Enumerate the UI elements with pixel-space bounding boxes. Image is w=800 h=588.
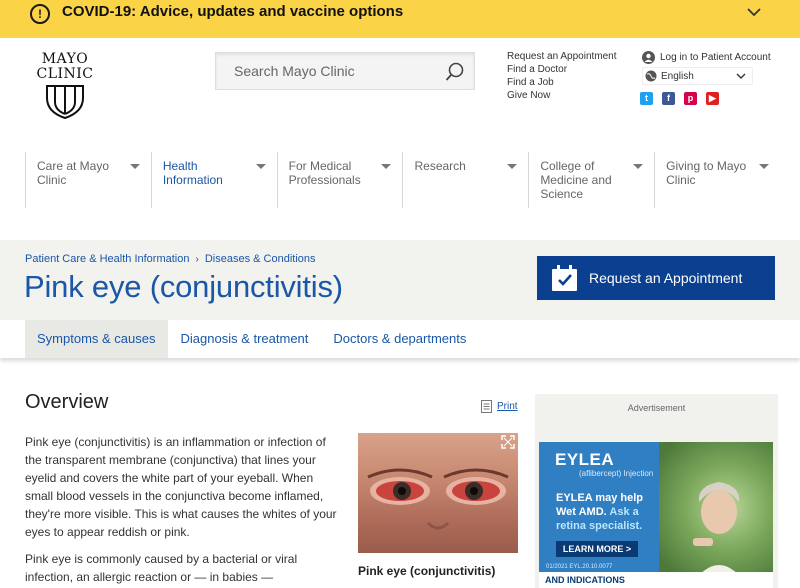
calendar-check-icon xyxy=(552,264,577,291)
globe-icon xyxy=(645,70,657,82)
content-tabs: Symptoms & causes Diagnosis & treatment Do… xyxy=(0,320,800,358)
page-header: Patient Care & Health Information › Dise… xyxy=(0,240,800,320)
overview-paragraph: Pink eye is commonly caused by a bacteri… xyxy=(25,552,298,584)
nav-item-research[interactable]: Research xyxy=(402,152,528,208)
nav-item-for-medical-professionals[interactable]: For Medical Professionals xyxy=(276,152,403,208)
nav-item-giving-to-mayo-clinic[interactable]: Giving to Mayo Clinic xyxy=(654,152,780,208)
nav-item-college-of-medicine-and-science[interactable]: College of Medicine and Science xyxy=(528,152,654,208)
find-doctor-link[interactable]: Find a Doctor xyxy=(507,63,617,76)
nav-item-label: Care at Mayo Clinic xyxy=(37,159,110,187)
woman-with-glasses-photo xyxy=(689,482,749,588)
give-now-link[interactable]: Give Now xyxy=(507,89,617,102)
mayo-clinic-logo[interactable]: MAYO CLINIC xyxy=(34,52,96,125)
caret-down-icon xyxy=(255,164,266,169)
ad-headline: EYLEA may help Wet AMD. Ask a retina spe… xyxy=(556,491,666,533)
nav-item-label: Research xyxy=(414,159,466,173)
exclamation-circle-icon: ! xyxy=(30,4,50,24)
chevron-down-icon xyxy=(736,73,746,79)
request-appointment-link[interactable]: Request an Appointment xyxy=(507,50,617,63)
learn-more-button[interactable]: LEARN MORE > xyxy=(556,541,638,557)
caret-down-icon xyxy=(129,164,140,169)
page-title: Pink eye (conjunctivitis) xyxy=(24,269,343,304)
overview-heading: Overview xyxy=(25,391,109,413)
search-input[interactable] xyxy=(216,53,436,89)
advertisement-panel: Advertisement EYLEA (aflibercept) Inject… xyxy=(535,394,778,588)
logo-shield-icon xyxy=(46,85,84,120)
caret-down-icon xyxy=(758,164,769,169)
image-caption: Pink eye (conjunctivitis) xyxy=(358,564,496,578)
utility-links: Request an Appointment Find a Doctor Fin… xyxy=(507,50,617,102)
patient-login-link[interactable]: Log in to Patient Account xyxy=(642,50,771,64)
tab-diagnosis-treatment[interactable]: Diagnosis & treatment xyxy=(169,320,321,358)
print-label: Print xyxy=(497,401,518,412)
ad-photo xyxy=(659,442,773,588)
ad-code: 01/2021 EYL.20.10.0077 xyxy=(546,564,613,570)
search-icon[interactable] xyxy=(445,62,465,82)
caret-down-icon xyxy=(507,164,518,169)
patient-login-label: Log in to Patient Account xyxy=(660,51,771,63)
tab-doctors-departments[interactable]: Doctors & departments xyxy=(321,320,478,358)
language-select[interactable]: English xyxy=(642,67,753,85)
request-appointment-label: Request an Appointment xyxy=(589,270,743,286)
ad-brand: EYLEA xyxy=(555,450,615,469)
ad-brand-sub: (aflibercept) Injection xyxy=(579,469,654,478)
tab-symptoms-causes[interactable]: Symptoms & causes xyxy=(25,320,168,358)
pinterest-icon[interactable]: p xyxy=(684,92,697,105)
social-links: t f p ▶ xyxy=(640,92,719,105)
logo-line-2: CLINIC xyxy=(36,66,94,82)
pink-eye-photo xyxy=(367,468,509,530)
facebook-icon[interactable]: f xyxy=(662,92,675,105)
nav-item-health-information[interactable]: Health Information xyxy=(150,152,277,208)
user-icon xyxy=(642,50,655,64)
nav-item-label: Giving to Mayo Clinic xyxy=(666,159,747,187)
eylea-ad[interactable]: EYLEA (aflibercept) Injection EYLEA may … xyxy=(539,442,773,588)
chevron-down-icon[interactable] xyxy=(746,4,762,20)
nav-item-label: Health Information xyxy=(162,159,223,187)
find-job-link[interactable]: Find a Job xyxy=(507,76,617,89)
print-icon xyxy=(481,400,492,413)
account-area: Log in to Patient Account xyxy=(642,50,771,64)
pink-eye-image[interactable] xyxy=(358,433,518,553)
breadcrumb-diseases[interactable]: Diseases & Conditions xyxy=(205,253,316,265)
expand-icon[interactable] xyxy=(501,435,515,449)
search-box xyxy=(215,52,475,90)
request-appointment-button[interactable]: Request an Appointment xyxy=(537,256,775,300)
overview-paragraph: Pink eye (conjunctivitis) is an inflamma… xyxy=(25,435,337,539)
youtube-icon[interactable]: ▶ xyxy=(706,92,719,105)
chevron-right-icon: › xyxy=(195,253,199,265)
covid-banner[interactable]: ! COVID-19: Advice, updates and vaccine … xyxy=(0,0,800,38)
print-button[interactable]: Print xyxy=(481,400,518,413)
main-navigation: Care at Mayo Clinic Health Information For… xyxy=(25,152,780,208)
ad-footer: AND INDICATIONS xyxy=(539,572,773,588)
breadcrumb: Patient Care & Health Information › Dise… xyxy=(25,253,316,265)
logo-line-1: MAYO xyxy=(41,51,89,67)
caret-down-icon xyxy=(633,164,644,169)
nav-item-care-at-mayo-clinic[interactable]: Care at Mayo Clinic xyxy=(25,152,151,208)
breadcrumb-patient-care[interactable]: Patient Care & Health Information xyxy=(25,253,189,265)
advertisement-label: Advertisement xyxy=(627,403,686,413)
caret-down-icon xyxy=(381,164,392,169)
covid-banner-text[interactable]: COVID-19: Advice, updates and vaccine op… xyxy=(62,3,403,20)
nav-item-label: College of Medicine and Science xyxy=(540,159,612,201)
nav-item-label: For Medical Professionals xyxy=(288,159,361,187)
language-value: English xyxy=(661,70,694,82)
twitter-icon[interactable]: t xyxy=(640,92,653,105)
